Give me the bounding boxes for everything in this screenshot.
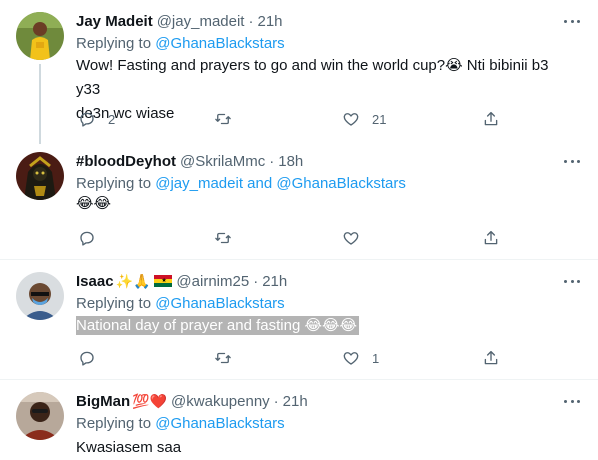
share-button[interactable]: [482, 109, 500, 129]
tweet-bigman[interactable]: BigMan 💯❤️ @kwakupenny · 21h Replying to…: [0, 380, 598, 460]
timestamp[interactable]: 21h: [262, 273, 287, 290]
retweet-icon: [215, 352, 231, 364]
replying-to: Replying to @GhanaBlackstars: [76, 35, 285, 52]
ghana-flag-icon: ★: [154, 275, 173, 287]
reply-button[interactable]: 2: [78, 109, 115, 129]
tweet-actions: 2 21: [76, 109, 516, 129]
separator-dot: ·: [248, 12, 254, 30]
more-icon[interactable]: [564, 395, 580, 407]
reply-icon: [80, 112, 94, 127]
user-handle[interactable]: @jay_madeit: [157, 13, 245, 30]
like-count: 21: [372, 111, 387, 127]
reply-button[interactable]: [78, 228, 108, 248]
tweet-text: National day of prayer and fasting 😂😂😂: [76, 314, 576, 338]
avatar[interactable]: [16, 272, 64, 320]
reply-button[interactable]: [78, 348, 108, 368]
replying-to-label: Replying to: [76, 175, 152, 192]
replying-to-label: Replying to: [76, 415, 152, 432]
user-handle[interactable]: @SkrilaMmc: [180, 153, 265, 170]
like-count: 1: [372, 350, 380, 366]
mention-link[interactable]: @jay_madeit: [155, 175, 243, 192]
separator-dot: ·: [253, 272, 259, 290]
tweet-text: Kwasiasem saa: [76, 436, 576, 460]
tweet-header: Isaac ✨🙏 ★ @airnim25 · 21h: [76, 271, 287, 291]
retweet-button[interactable]: [214, 109, 232, 129]
like-button[interactable]: [342, 228, 360, 248]
name-emoji: 💯❤️: [132, 393, 168, 409]
avatar[interactable]: [16, 12, 64, 60]
tweet-text-line: National day of prayer and fasting 😂😂😂: [76, 316, 360, 335]
replying-to-label: Replying to: [76, 35, 152, 52]
thread-line: [39, 64, 41, 144]
heart-icon: [343, 232, 359, 245]
user-handle[interactable]: @airnim25: [176, 273, 249, 290]
retweet-button[interactable]: [214, 228, 232, 248]
tweet-header: BigMan 💯❤️ @kwakupenny · 21h: [76, 391, 308, 411]
replying-to: Replying to @jay_madeit and @GhanaBlacks…: [76, 175, 406, 192]
share-icon: [484, 230, 498, 245]
timestamp[interactable]: 18h: [278, 153, 303, 170]
share-icon: [484, 111, 498, 126]
reply-count: 2: [108, 111, 116, 127]
mention-link[interactable]: @GhanaBlackstars: [276, 175, 405, 192]
replying-to-label: Replying to: [76, 295, 152, 312]
more-icon[interactable]: [564, 155, 580, 167]
tweet-header: Jay Madeit @jay_madeit · 21h: [76, 11, 283, 31]
tweet-text-line: Kwasiasem saa: [76, 439, 182, 456]
tweet-header: #bloodDeyhot @SkrilaMmc · 18h: [76, 151, 303, 171]
share-icon: [484, 350, 498, 365]
separator-dot: ·: [269, 152, 275, 170]
reply-icon: [80, 351, 94, 366]
tweet-text-line: Wow! Fasting and prayers to go and win t…: [76, 57, 549, 98]
mention-joiner: and: [247, 175, 273, 192]
separator-dot: ·: [273, 392, 279, 410]
tweet-text: 😂😂: [76, 194, 576, 214]
retweet-button[interactable]: [214, 348, 232, 368]
tweet-actions: [76, 228, 516, 248]
name-emoji: ✨🙏: [115, 273, 151, 289]
like-button[interactable]: 21: [342, 109, 386, 129]
avatar[interactable]: [16, 392, 64, 440]
replying-to: Replying to @GhanaBlackstars: [76, 295, 285, 312]
like-button[interactable]: 1: [342, 348, 379, 368]
mention-link[interactable]: @GhanaBlackstars: [155, 295, 284, 312]
display-name[interactable]: Isaac: [76, 273, 114, 290]
retweet-icon: [215, 113, 231, 125]
avatar[interactable]: [16, 152, 64, 200]
replying-to: Replying to @GhanaBlackstars: [76, 415, 285, 432]
timestamp[interactable]: 21h: [257, 13, 282, 30]
tweet-blooddeyhot[interactable]: #bloodDeyhot @SkrilaMmc · 18h Replying t…: [0, 140, 598, 260]
reply-icon: [80, 231, 94, 246]
user-handle[interactable]: @kwakupenny: [171, 393, 270, 410]
tweet-actions: 1: [76, 348, 516, 368]
heart-icon: [343, 113, 359, 126]
display-name[interactable]: BigMan: [76, 393, 130, 410]
share-button[interactable]: [482, 228, 500, 248]
retweet-icon: [215, 232, 231, 244]
share-button[interactable]: [482, 348, 500, 368]
more-icon[interactable]: [564, 15, 580, 27]
display-name[interactable]: Jay Madeit: [76, 13, 153, 30]
timestamp[interactable]: 21h: [283, 393, 308, 410]
mention-link[interactable]: @GhanaBlackstars: [155, 35, 284, 52]
mention-link[interactable]: @GhanaBlackstars: [155, 415, 284, 432]
tweet-text-line: 😂😂: [76, 195, 112, 212]
display-name[interactable]: #bloodDeyhot: [76, 153, 176, 170]
heart-icon: [343, 352, 359, 365]
tweet-isaac[interactable]: Isaac ✨🙏 ★ @airnim25 · 21h Replying to @…: [0, 260, 598, 380]
tweet-jay-madeit[interactable]: Jay Madeit @jay_madeit · 21h Replying to…: [0, 0, 598, 144]
more-icon[interactable]: [564, 275, 580, 287]
